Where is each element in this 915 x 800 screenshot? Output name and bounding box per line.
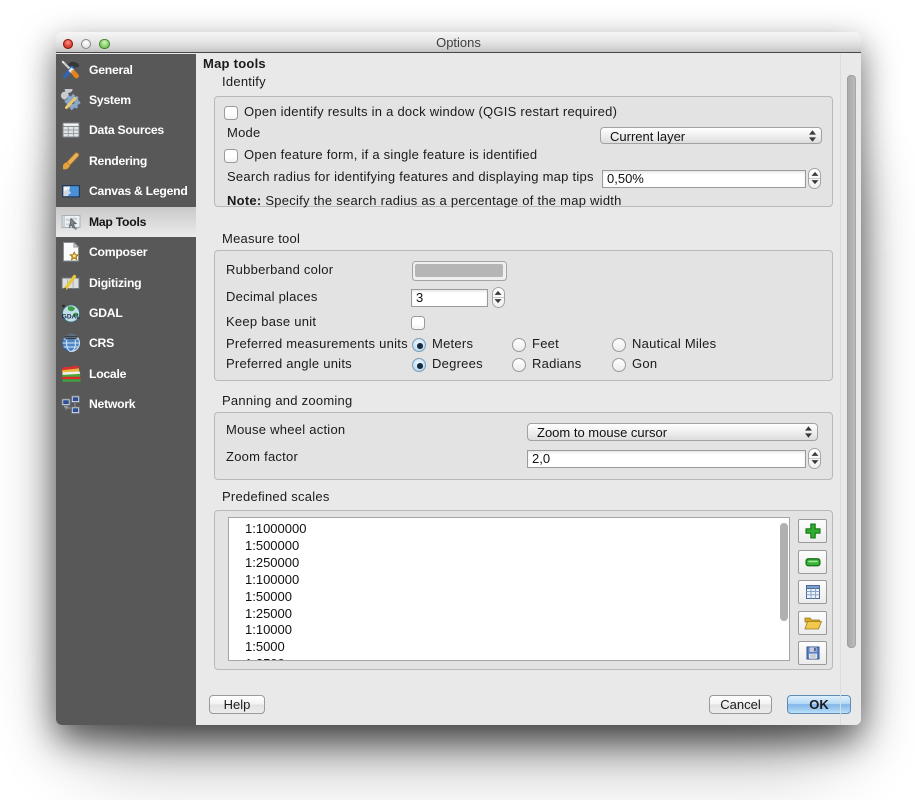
- svg-text:GDAL: GDAL: [62, 314, 80, 321]
